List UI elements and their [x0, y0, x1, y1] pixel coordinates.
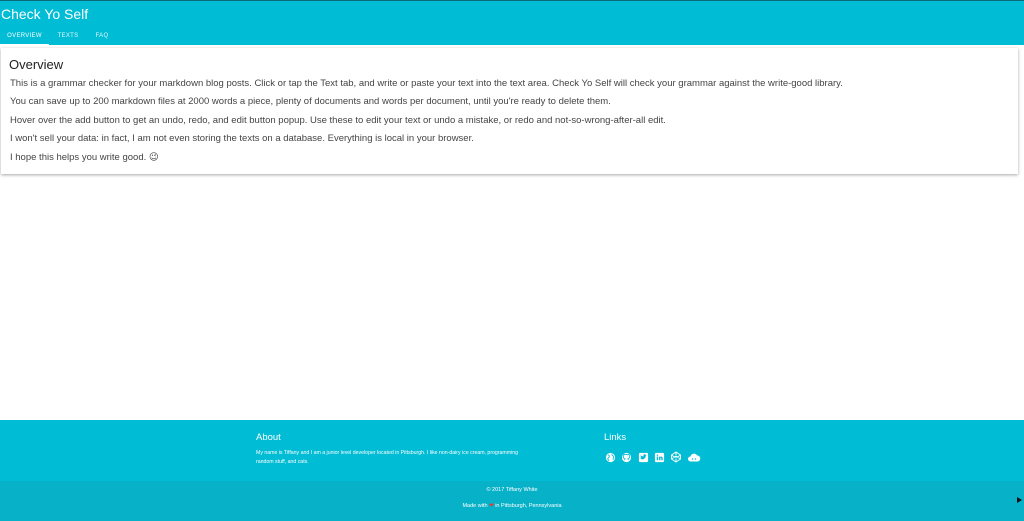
overview-paragraph: I hope this helps you write good. 😉: [10, 152, 159, 163]
linkedin-icon[interactable]: [653, 451, 665, 463]
overview-paragraph: You can save up to 200 markdown files at…: [10, 96, 611, 107]
twitter-icon[interactable]: [637, 451, 649, 463]
overview-card: Overview This is a grammar checker for y…: [1, 48, 1018, 174]
cursor-icon: [1017, 497, 1022, 503]
made-with-prefix: Made with: [462, 503, 488, 509]
footer: About My name is Tiffany and I am a juni…: [0, 420, 1024, 521]
made-with-line: Made with ❤ in Pittsburgh, Pennsylvania: [0, 503, 1024, 509]
codepen-icon[interactable]: [670, 451, 682, 463]
github-icon[interactable]: [620, 451, 632, 463]
copyright: © 2017 Tiffany White: [486, 487, 538, 493]
active-tab-indicator: [0, 44, 49, 46]
heart-icon: ❤: [489, 503, 494, 509]
tab-texts[interactable]: Texts: [49, 29, 87, 46]
app-title: Check Yo Self: [1, 6, 89, 22]
overview-paragraph: I won't sell your data: in fact, I am no…: [10, 133, 474, 144]
links-title: Links: [604, 432, 627, 443]
about-text: My name is Tiffany and I am a junior lev…: [256, 450, 518, 465]
globe-icon[interactable]: [604, 451, 616, 463]
made-with-suffix: in Pittsburgh, Pennsylvania: [495, 503, 562, 509]
app-header: Check Yo Self Overview Texts FAQ: [0, 0, 1024, 46]
overview-paragraph: Hover over the add button to get an undo…: [10, 115, 666, 126]
overview-paragraph: This is a grammar checker for your markd…: [10, 78, 843, 89]
footer-bottom-bar: © 2017 Tiffany White Made with ❤ in Pitt…: [0, 481, 1024, 521]
about-title: About: [256, 432, 281, 443]
overview-title: Overview: [9, 57, 64, 72]
cloud-icon[interactable]: [687, 451, 701, 463]
tab-faq[interactable]: FAQ: [87, 29, 117, 46]
